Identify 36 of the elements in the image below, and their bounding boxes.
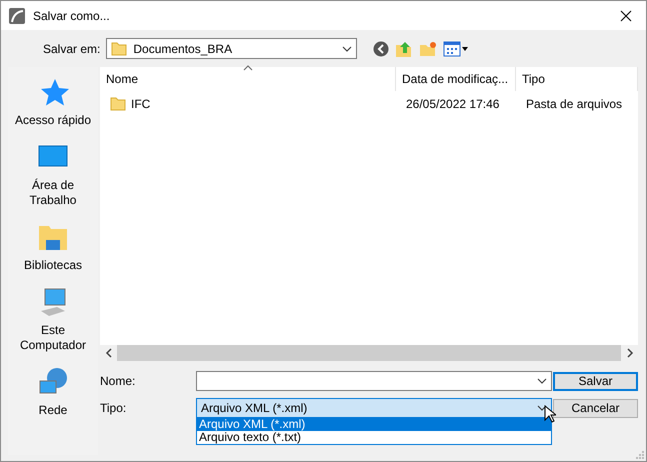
sidebar-item[interactable]: Rede (13, 403, 93, 418)
cancel-button[interactable]: Cancelar (553, 398, 638, 418)
sort-caret-icon (242, 65, 252, 71)
back-button[interactable] (373, 40, 390, 56)
table-cell: 26/05/2022 17:46 (406, 97, 500, 111)
save-button[interactable]: Salvar (553, 372, 638, 390)
chevron-right-icon (626, 348, 634, 358)
window-title: Salvar como... (33, 8, 111, 22)
folder-icon (110, 97, 126, 111)
scrollbar-thumb[interactable] (117, 345, 621, 361)
column-header[interactable]: Nome (100, 67, 396, 91)
chevron-down-icon (342, 46, 352, 52)
new-folder-button[interactable] (419, 40, 438, 56)
resize-grip-icon[interactable] (636, 451, 644, 459)
folder-icon (111, 42, 128, 56)
app-logo-icon (9, 8, 25, 24)
sidebar-item[interactable]: Área de Trabalho (13, 178, 93, 208)
sidebar-item[interactable]: Bibliotecas (13, 258, 93, 273)
type-dropdown[interactable]: Arquivo XML (*.xml) (196, 398, 552, 418)
sidebar-item[interactable]: Este Computador (13, 323, 93, 353)
sidebar-item[interactable]: Acesso rápido (13, 113, 93, 128)
chevron-down-icon (537, 378, 547, 384)
name-label: Nome: (100, 374, 136, 388)
location-label: Salvar em: (43, 42, 100, 56)
chevron-down-icon (537, 405, 547, 411)
column-header[interactable]: Tipo (516, 67, 638, 91)
type-label: Tipo: (100, 401, 128, 415)
column-header[interactable]: Data de modificaç... (396, 67, 516, 91)
dropdown-option[interactable]: Arquivo XML (*.xml) (197, 418, 551, 431)
close-icon (620, 10, 632, 22)
location-dropdown[interactable]: Documentos_BRA (106, 38, 358, 59)
chevron-left-icon (104, 348, 112, 358)
table-cell[interactable]: IFC (131, 97, 150, 111)
view-menu-button[interactable] (443, 40, 470, 56)
name-field[interactable] (196, 371, 552, 391)
table-cell: Pasta de arquivos (526, 97, 622, 111)
